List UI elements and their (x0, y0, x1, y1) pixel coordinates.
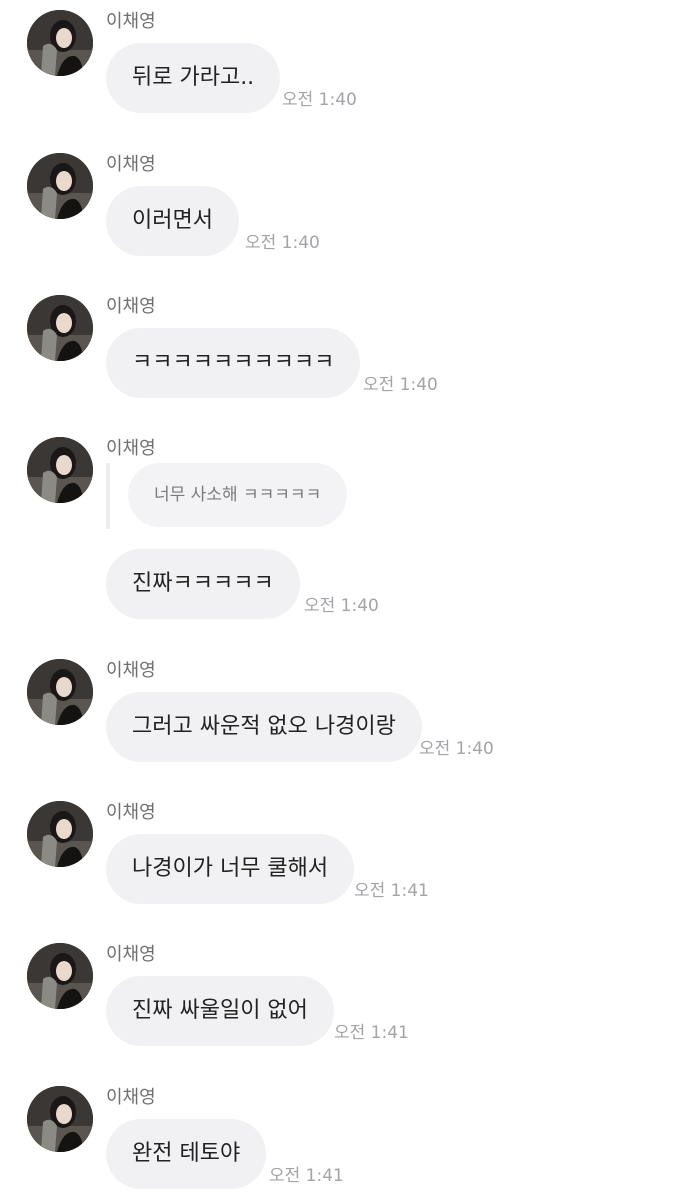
message-timestamp: 오전 1:40 (304, 596, 379, 616)
sender-avatar[interactable] (27, 295, 93, 361)
message-bubble[interactable]: 뒤로 가라고.. (106, 43, 281, 113)
sender-avatar[interactable] (27, 801, 93, 867)
message-timestamp: 오전 1:41 (334, 1023, 409, 1043)
message-timestamp: 오전 1:41 (269, 1166, 344, 1186)
sender-name: 이채영 (106, 438, 156, 459)
sender-name: 이채영 (106, 296, 156, 317)
sender-avatar[interactable] (27, 943, 93, 1009)
message-bubble[interactable]: ㅋㅋㅋㅋㅋㅋㅋㅋㅋㅋ (106, 328, 361, 398)
sender-name: 이채영 (106, 154, 156, 175)
message-bubble[interactable]: 이러면서 (106, 186, 239, 256)
sender-name: 이채영 (106, 660, 156, 681)
sender-name: 이채영 (106, 1087, 156, 1108)
message-bubble[interactable]: 완전 테토야 (106, 1119, 267, 1189)
sender-name: 이채영 (106, 11, 156, 32)
message-timestamp: 오전 1:41 (354, 881, 429, 901)
message-bubble[interactable]: 나경이가 너무 쿨해서 (106, 834, 355, 904)
message-bubble[interactable]: 그러고 싸운적 없오 나경이랑 (106, 692, 422, 762)
message-timestamp: 오전 1:40 (282, 90, 357, 110)
sender-avatar[interactable] (27, 659, 93, 725)
sender-name: 이채영 (106, 944, 156, 965)
sender-avatar[interactable] (27, 437, 93, 503)
message-bubble[interactable]: 진짜ㅋㅋㅋㅋㅋ (106, 549, 300, 619)
quoted-message[interactable]: 너무 사소해 ㅋㅋㅋㅋㅋ (128, 463, 348, 527)
sender-avatar[interactable] (27, 153, 93, 219)
sender-name: 이채영 (106, 802, 156, 823)
message-timestamp: 오전 1:40 (419, 739, 494, 759)
message-bubble[interactable]: 진짜 싸울일이 없어 (106, 976, 334, 1046)
message-timestamp: 오전 1:40 (363, 375, 438, 395)
sender-avatar[interactable] (27, 10, 93, 76)
quote-bar (106, 463, 110, 529)
message-timestamp: 오전 1:40 (245, 233, 320, 253)
sender-avatar[interactable] (27, 1086, 93, 1152)
